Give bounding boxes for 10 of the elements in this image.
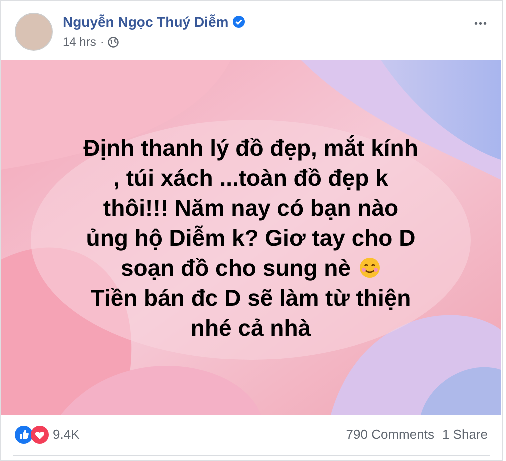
more-options-button[interactable]: ••• xyxy=(474,17,488,32)
smiling-face-icon xyxy=(359,256,381,278)
reaction-count[interactable]: 9.4K xyxy=(53,425,80,445)
post-text: Định thanh lý đồ đẹp, mắt kính , túi xách ...toàn đồ đẹp k thôi!!! Năm nay có bạn nào ủng hộ Diễm k? Giơ tay cho D soạn đồ cho sung nè Tiền bán đc D sẽ làm từ thiện nhé cả nhà xyxy=(84,134,418,342)
like-icon[interactable] xyxy=(15,426,33,444)
comments-count[interactable]: 790 Comments xyxy=(346,425,434,445)
shares-count[interactable]: 1 Share xyxy=(442,425,488,445)
post-time[interactable]: 14 hrs xyxy=(63,33,96,51)
author-name[interactable]: Nguyễn Ngọc Thuý Diễm xyxy=(63,13,229,31)
separator-dot: · xyxy=(100,34,104,51)
